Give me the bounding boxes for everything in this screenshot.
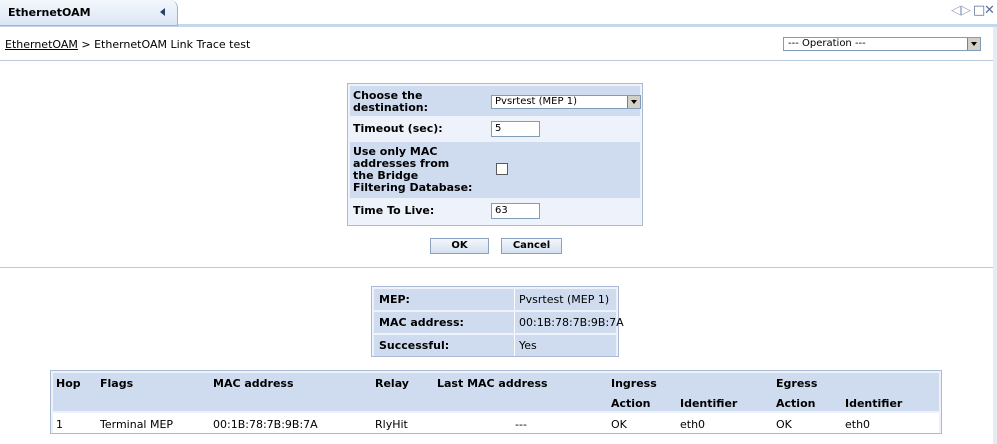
mep-info-row: MAC address: 00:1B:78:7B:9B:7A [374, 312, 624, 333]
cell-last-mac: --- [515, 418, 527, 431]
breadcrumb-current: EthernetOAM Link Trace test [94, 38, 251, 51]
divider [0, 267, 993, 268]
mep-info-panel: MEP: Pvsrtest (MEP 1) MAC address: 00:1B… [371, 286, 624, 357]
breadcrumb: EthernetOAM > EthernetOAM Link Trace tes… [5, 38, 250, 51]
tab-collapse-arrow-icon[interactable] [160, 8, 165, 16]
scrollbar-track[interactable] [993, 27, 997, 444]
tab-title: EthernetOAM [8, 6, 91, 19]
scroll-right-icon[interactable]: ▷ [961, 4, 971, 18]
close-icon[interactable]: ✕ [984, 4, 995, 18]
breadcrumb-separator: > [77, 38, 95, 51]
timeout-row: Timeout (sec): 5 [350, 118, 640, 140]
hop-table: Hop Flags MAC address Relay Last MAC add… [50, 370, 942, 434]
mep-info-value: Pvsrtest (MEP 1) [519, 293, 610, 306]
ttl-input[interactable]: 63 [491, 203, 540, 219]
col-header-ingress-action: Action [611, 397, 651, 410]
col-header-last-mac: Last MAC address [437, 377, 548, 390]
mep-info-value: Yes [519, 339, 537, 352]
timeout-label: Timeout (sec): [353, 122, 443, 135]
cell-ingress-identifier: eth0 [680, 418, 706, 431]
mep-info-row: Successful: Yes [374, 335, 616, 356]
mac-only-row: Use only MAC addresses from the Bridge F… [350, 142, 640, 198]
col-header-ingress: Ingress [611, 377, 657, 390]
operation-select[interactable]: --- Operation --- [783, 37, 981, 51]
timeout-input[interactable]: 5 [491, 121, 540, 137]
col-header-egress-identifier: Identifier [845, 397, 903, 410]
ttl-label: Time To Live: [353, 204, 435, 217]
mep-info-key: MAC address: [379, 316, 464, 329]
breadcrumb-link-ethernetoam[interactable]: EthernetOAM [5, 38, 78, 51]
cell-egress-identifier: eth0 [845, 418, 871, 431]
tab-ethernetoam[interactable]: EthernetOAM [0, 0, 178, 26]
mep-info-value: 00:1B:78:7B:9B:7A [519, 316, 624, 329]
ok-button[interactable]: OK [430, 238, 489, 254]
col-header-egress-action: Action [776, 397, 816, 410]
col-header-ingress-identifier: Identifier [680, 397, 738, 410]
link-trace-form: Choose the destination: Pvsrtest (MEP 1)… [347, 83, 643, 226]
destination-label: Choose the destination: [353, 89, 428, 114]
cell-flags: Terminal MEP [100, 418, 174, 431]
cell-hop: 1 [56, 418, 63, 431]
cell-ingress-action: OK [611, 418, 627, 431]
cell-egress-action: OK [776, 418, 792, 431]
hop-table-header: Hop Flags MAC address Relay Last MAC add… [53, 373, 939, 411]
cancel-button[interactable]: Cancel [501, 238, 562, 254]
scroll-left-icon[interactable]: ◁ [951, 4, 961, 18]
tab-strip: EthernetOAM ◁ ▷ □ ✕ [0, 0, 997, 27]
cell-relay: RlyHit [375, 418, 408, 431]
chevron-down-icon[interactable] [967, 38, 980, 50]
mac-only-label: Use only MAC addresses from the Bridge F… [353, 145, 473, 194]
mep-info-key: Successful: [379, 339, 450, 352]
col-header-flags: Flags [100, 377, 134, 390]
destination-select[interactable]: Pvsrtest (MEP 1) [491, 95, 641, 109]
col-header-mac: MAC address [213, 377, 294, 390]
ttl-row: Time To Live: 63 [350, 200, 640, 222]
table-row: 1 Terminal MEP 00:1B:78:7B:9B:7A RlyHit … [53, 413, 939, 433]
mep-info-row: MEP: Pvsrtest (MEP 1) [374, 289, 616, 310]
col-header-relay: Relay [375, 377, 409, 390]
destination-row: Choose the destination: Pvsrtest (MEP 1) [350, 86, 641, 116]
mep-info-key: MEP: [379, 293, 410, 306]
destination-select-value: Pvsrtest (MEP 1) [495, 96, 577, 107]
col-header-egress: Egress [776, 377, 818, 390]
divider [0, 60, 993, 61]
col-header-hop: Hop [56, 377, 81, 390]
chevron-down-icon[interactable] [627, 96, 640, 108]
cell-mac: 00:1B:78:7B:9B:7A [213, 418, 318, 431]
mac-only-checkbox[interactable] [496, 163, 508, 175]
operation-select-value: --- Operation --- [788, 38, 866, 49]
